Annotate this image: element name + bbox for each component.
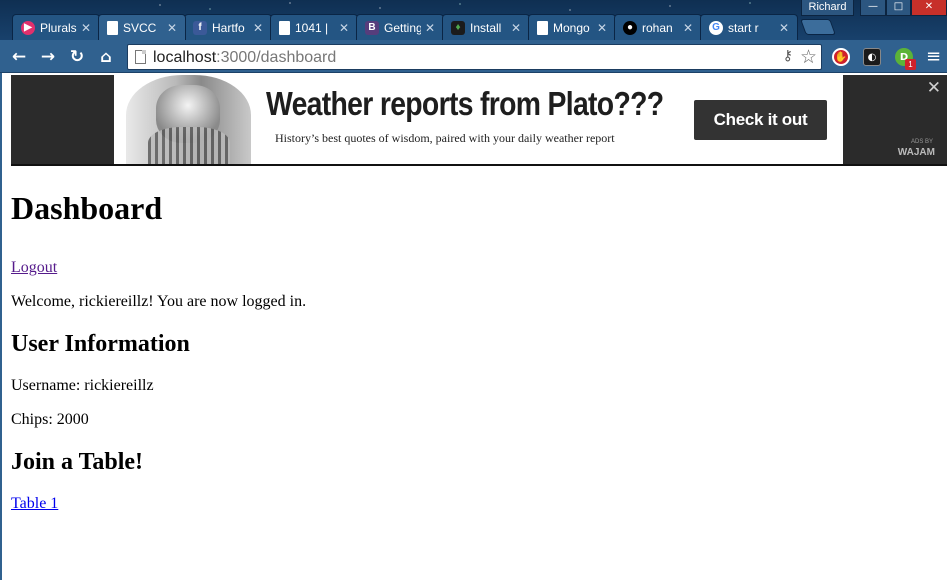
document-icon bbox=[537, 20, 548, 35]
tab-label: Mongo bbox=[553, 20, 590, 35]
google-icon: G bbox=[709, 20, 723, 35]
url-path: :3000/dashboard bbox=[216, 49, 337, 66]
titlebar-background bbox=[150, 0, 790, 14]
key-icon[interactable]: ⚷ bbox=[783, 48, 793, 64]
table-1-link[interactable]: Table 1 bbox=[11, 495, 58, 512]
browser-toolbar: ← → ↻ ⌂ localhost:3000/dashboard ⚷ ☆ ✋ ◐… bbox=[0, 40, 947, 73]
tab-label: Plurals bbox=[40, 20, 77, 35]
extension-badge: 1 bbox=[905, 59, 916, 70]
chips-text: Chips: 2000 bbox=[11, 411, 89, 428]
tab-label: Hartfo bbox=[212, 20, 245, 35]
ad-cta-button[interactable]: Check it out bbox=[694, 100, 827, 140]
username-text: Username: rickiereillz bbox=[11, 377, 154, 394]
tab-close-icon[interactable]: ✕ bbox=[425, 21, 437, 35]
page-info-icon[interactable] bbox=[135, 50, 146, 64]
tab-1041[interactable]: 1041 | ✕ bbox=[270, 14, 358, 40]
tab-github[interactable]: ● rohan ✕ bbox=[614, 14, 702, 40]
github-icon: ● bbox=[623, 20, 637, 35]
tab-close-icon[interactable]: ✕ bbox=[511, 21, 523, 35]
tab-pluralsight[interactable]: ▶ Plurals ✕ bbox=[12, 14, 100, 40]
tab-google[interactable]: G start r ✕ bbox=[700, 14, 798, 40]
back-arrow-icon[interactable]: ← bbox=[8, 46, 30, 68]
tab-svcc[interactable]: SVCC ✕ bbox=[98, 14, 186, 40]
tab-label: 1041 | bbox=[295, 20, 329, 35]
ad-brand-label: ADS BY bbox=[910, 139, 933, 145]
new-tab-button[interactable] bbox=[800, 19, 836, 35]
logout-link[interactable]: Logout bbox=[11, 259, 57, 276]
plato-bust-image bbox=[126, 75, 251, 164]
ad-headline: Weather reports from Plato??? bbox=[266, 85, 664, 122]
tab-label: Install bbox=[470, 20, 502, 35]
join-table-heading: Join a Table! bbox=[11, 449, 144, 475]
welcome-message: Welcome, rickiereillz! You are now logge… bbox=[11, 293, 307, 310]
tab-bootstrap[interactable]: B Getting ✕ bbox=[356, 14, 444, 40]
ad-subtext: History’s best quotes of wisdom, paired … bbox=[275, 131, 615, 145]
url-host: localhost bbox=[153, 49, 217, 66]
ad-brand-logo: WAJAM bbox=[897, 147, 935, 158]
tab-label: SVCC bbox=[123, 20, 157, 35]
document-icon bbox=[279, 20, 290, 35]
window-border bbox=[0, 73, 2, 580]
close-icon[interactable]: ✕ bbox=[927, 78, 941, 98]
home-icon[interactable]: ⌂ bbox=[95, 46, 117, 68]
forward-arrow-icon[interactable]: → bbox=[37, 46, 59, 68]
tab-label: Getting bbox=[384, 20, 421, 35]
tab-close-icon[interactable]: ✕ bbox=[81, 21, 93, 35]
mongodb-leaf-icon: ♦ bbox=[451, 20, 465, 35]
facebook-icon: f bbox=[193, 20, 207, 35]
adblock-extension-icon[interactable]: ✋ bbox=[832, 48, 850, 66]
reload-icon[interactable]: ↻ bbox=[66, 46, 88, 68]
camera-extension-icon[interactable]: ◐ bbox=[863, 48, 881, 66]
tab-install[interactable]: ♦ Install ✕ bbox=[442, 14, 530, 40]
document-icon bbox=[107, 20, 118, 35]
tab-close-icon[interactable]: ✕ bbox=[339, 21, 351, 35]
tab-label: rohan bbox=[642, 20, 673, 35]
tab-close-icon[interactable]: ✕ bbox=[597, 21, 609, 35]
address-bar[interactable]: localhost:3000/dashboard ⚷ ☆ bbox=[127, 44, 822, 70]
url-text[interactable]: localhost:3000/dashboard bbox=[153, 49, 336, 67]
tab-facebook[interactable]: f Hartfo ✕ bbox=[184, 14, 272, 40]
page-content: Dashboard Logout Welcome, rickiereillz! … bbox=[11, 178, 931, 513]
tab-close-icon[interactable]: ✕ bbox=[683, 21, 695, 35]
tab-close-icon[interactable]: ✕ bbox=[779, 21, 791, 35]
tab-close-icon[interactable]: ✕ bbox=[167, 21, 179, 35]
tab-label: start r bbox=[728, 20, 759, 35]
ad-content[interactable]: Weather reports from Plato??? History’s … bbox=[114, 75, 843, 164]
browser-titlebar: Richard — □ ✕ ▶ Plurals ✕ SVCC ✕ f Hartf… bbox=[0, 0, 947, 40]
bootstrap-icon: B bbox=[365, 20, 379, 35]
menu-icon[interactable]: ≡ bbox=[926, 46, 941, 67]
ad-banner[interactable]: Weather reports from Plato??? History’s … bbox=[11, 75, 947, 166]
page-title: Dashboard bbox=[11, 190, 163, 226]
tab-mongo[interactable]: Mongo ✕ bbox=[528, 14, 616, 40]
bookmark-star-icon[interactable]: ☆ bbox=[800, 46, 817, 68]
tab-close-icon[interactable]: ✕ bbox=[253, 21, 265, 35]
user-info-heading: User Information bbox=[11, 331, 190, 357]
pluralsight-icon: ▶ bbox=[21, 20, 35, 35]
